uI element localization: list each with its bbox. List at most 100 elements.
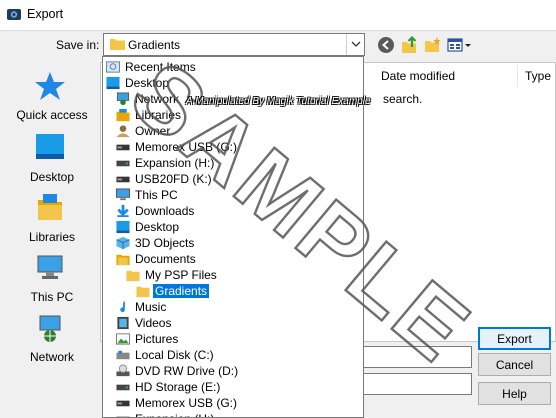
place-quick-access[interactable]: Quick access [4,70,94,128]
desktop-icon [116,220,130,234]
dropdown-item[interactable]: Downloads [103,203,363,219]
column-header-date-modified[interactable]: Date modified [381,69,455,83]
dropdown-item-label: Libraries [135,108,182,122]
dropdown-item-label: Videos [135,316,172,330]
column-separator[interactable] [517,65,518,87]
pictures-icon [116,333,130,345]
dropdown-item-label: Memorex USB (G:) [135,396,238,410]
new-folder-icon[interactable] [424,36,442,54]
file-name-input[interactable] [362,346,472,368]
dropdown-item-label: DVD RW Drive (D:) [135,364,239,378]
desktop-icon [36,134,64,159]
dropdown-item[interactable]: Recent Items [103,59,363,75]
dropdown-item-label: Pictures [135,332,179,346]
quick-access-star-icon [35,72,65,100]
dropdown-item[interactable]: Documents [103,251,363,267]
place-desktop[interactable]: Desktop [4,132,94,190]
dropdown-item[interactable]: HD Storage (E:) [103,379,363,395]
dropdown-item[interactable]: Music [103,299,363,315]
place-label: Libraries [28,230,76,244]
usb-drive-icon [116,144,130,151]
dropdown-item[interactable]: Local Disk (C:) [103,347,363,363]
dropdown-item[interactable]: My PSP Files [103,267,363,283]
chevron-down-icon [351,41,361,47]
up-folder-icon[interactable] [401,36,419,54]
dropdown-item-label: Documents [135,252,196,266]
help-button[interactable]: Help [478,382,551,405]
save-in-dropdown-button[interactable] [346,34,364,55]
drive-icon [116,416,130,417]
place-label: Quick access [16,108,88,122]
dropdown-item[interactable]: 3D Objects [103,235,363,251]
local-disk-icon [116,350,130,360]
this-pc-icon [116,188,130,201]
dropdown-item-label: Network [135,92,180,106]
back-icon[interactable] [377,36,395,54]
place-label: Network [29,350,74,364]
file-type-select[interactable] [362,373,472,395]
dropdown-item[interactable]: This PC [103,187,363,203]
dropdown-item-label: Expansion (H:) [135,156,215,170]
watermark-caption: A Manipulated By Magik Tutorial Example [186,96,371,107]
places-bar: Quick access Desktop Libraries This PC N… [4,64,94,369]
dropdown-item[interactable]: DVD RW Drive (D:) [103,363,363,379]
column-header-type[interactable]: Type [525,69,551,83]
place-label: Desktop [29,170,75,184]
libraries-icon [116,108,130,122]
dropdown-item[interactable]: Desktop [103,219,363,235]
dropdown-item-label: Desktop [125,76,170,90]
place-label: This PC [30,290,74,304]
drive-icon [116,160,130,167]
dropdown-item-label: This PC [135,188,178,202]
downloads-icon [117,204,129,218]
user-icon [116,125,130,138]
this-pc-icon [37,255,63,279]
place-this-pc[interactable]: This PC [4,252,94,310]
dropdown-item[interactable]: Libraries [103,107,363,123]
dropdown-item[interactable]: Expansion (H:) [103,411,363,417]
dropdown-item-label: Downloads [135,204,195,218]
music-icon [120,300,125,313]
videos-icon [117,316,129,330]
dropdown-item[interactable]: Gradients [103,283,363,299]
dropdown-item[interactable]: Memorex USB (G:) [103,395,363,411]
dropdown-item-label: USB20FD (K:) [135,172,212,186]
dropdown-item-label: HD Storage (E:) [135,380,221,394]
title-separator [0,30,556,31]
dropdown-item[interactable]: Videos [103,315,363,331]
view-menu-icon[interactable] [447,36,473,54]
dropdown-item[interactable]: Owner [103,123,363,139]
folder-icon [126,270,140,282]
libraries-icon [38,194,62,220]
network-icon [39,315,61,342]
dropdown-item[interactable]: Expansion (H:) [103,155,363,171]
cancel-button[interactable]: Cancel [478,353,551,376]
usb-drive-icon [116,176,130,183]
window-title: Export [27,7,64,21]
usb-drive-icon [116,400,130,407]
save-in-label: Save in: [56,38,100,52]
dvd-drive-icon [116,364,130,377]
place-libraries[interactable]: Libraries [4,192,94,250]
dropdown-item-label: Gradients [153,284,210,298]
title-bar: Export [0,0,556,30]
dropdown-item-label: Owner [135,124,171,138]
empty-folder-message: search. [383,92,423,106]
dropdown-item-label: 3D Objects [135,236,195,250]
dropdown-item-label: Expansion (H:) [135,412,214,417]
3d-objects-icon [116,236,130,250]
place-network[interactable]: Network [4,312,94,370]
dropdown-item[interactable]: Memorex USB (G:) [103,139,363,155]
dropdown-item[interactable]: Desktop [103,75,363,91]
network-icon [116,92,130,106]
folder-icon [136,286,150,298]
dropdown-item-label: Music [135,300,167,314]
save-in-dropdown-list[interactable]: Recent Items Desktop Network Libraries Owner… [102,56,364,418]
desktop-icon [106,76,120,90]
save-in-value: Gradients [128,38,181,52]
export-button[interactable]: Export [478,327,551,350]
dropdown-item[interactable]: USB20FD (K:) [103,171,363,187]
dropdown-item-label: Memorex USB (G:) [135,140,238,154]
dropdown-item[interactable]: Pictures [103,331,363,347]
save-in-combo[interactable]: Gradients [103,33,365,56]
